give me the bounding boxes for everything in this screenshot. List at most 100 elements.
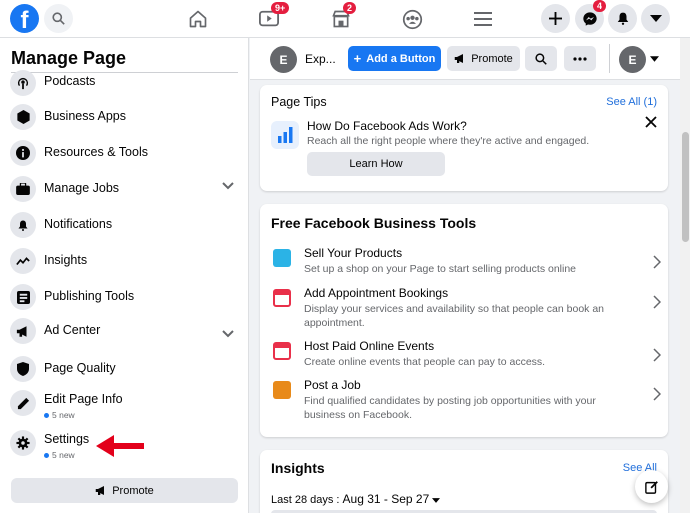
- plus-icon: +: [353, 51, 362, 66]
- gear-icon: [10, 430, 36, 456]
- tool-description: Set up a shop on your Page to start sell…: [304, 263, 577, 275]
- home-icon: [189, 10, 207, 28]
- sidebar-item-resources-tools[interactable]: Resources & Tools: [10, 138, 242, 168]
- facebook-logo[interactable]: f: [10, 4, 39, 34]
- nav-groups[interactable]: [397, 5, 427, 33]
- sidebar-item-label: Business Apps: [44, 109, 126, 123]
- sidebar-item-edit-page-info[interactable]: Edit Page Info 5 new: [10, 388, 242, 420]
- nav-marketplace[interactable]: 2: [326, 2, 357, 33]
- card-title: Page Tips: [271, 95, 327, 109]
- calendar-icon: [273, 289, 291, 307]
- cube-icon: [10, 104, 36, 130]
- sidebar-item-label: Podcasts: [44, 74, 96, 88]
- ads-chart-icon: [271, 121, 299, 149]
- business-tools-card: Free Facebook Business Tools Sell Your P…: [260, 204, 668, 437]
- create-button[interactable]: [541, 4, 570, 33]
- tool-description: Find qualified candidates by posting job…: [304, 395, 596, 421]
- search-button[interactable]: [44, 4, 73, 33]
- learn-how-button[interactable]: Learn How: [307, 152, 445, 176]
- sidebar-item-label: Manage Jobs: [44, 181, 120, 195]
- groups-icon: [402, 9, 422, 29]
- sidebar-item-ad-center[interactable]: Ad Center: [10, 316, 242, 346]
- nav-home[interactable]: [183, 5, 213, 33]
- notifications-button[interactable]: [608, 4, 637, 33]
- watch-badge: 9+: [271, 2, 290, 14]
- podcast-icon: [10, 70, 36, 96]
- tool-post-a-job[interactable]: Post a Job Find qualified candidates by …: [271, 378, 661, 424]
- page-scrollbar[interactable]: [680, 38, 690, 513]
- messenger-icon: [582, 11, 597, 26]
- nav-watch[interactable]: 9+: [254, 2, 290, 33]
- tool-title: Post a Job: [304, 378, 361, 392]
- range-value: Aug 31 - Sep 27: [342, 492, 430, 506]
- header-separator: [609, 44, 610, 73]
- tool-description: Display your services and availability s…: [304, 303, 605, 329]
- promote-label: Promote: [471, 52, 513, 65]
- scrollbar-thumb[interactable]: [682, 132, 689, 242]
- plus-icon: [549, 12, 562, 25]
- megaphone-icon: [454, 54, 464, 63]
- tool-description: Create online events that people can pay…: [304, 356, 546, 368]
- card-title: Free Facebook Business Tools: [271, 215, 477, 231]
- tip-title: How Do Facebook Ads Work?: [307, 119, 467, 133]
- tool-title: Add Appointment Bookings: [304, 286, 449, 300]
- info-icon: [10, 140, 36, 166]
- chevron-down-icon[interactable]: [222, 330, 234, 338]
- see-all-link[interactable]: See All (1): [606, 96, 657, 108]
- tool-paid-online-events[interactable]: Host Paid Online Events Create online ev…: [271, 339, 661, 373]
- caret-down-icon[interactable]: [650, 56, 659, 62]
- insights-card: Insights See All Last 28 days : Aug 31 -…: [260, 450, 668, 513]
- marketplace-badge: 2: [343, 2, 357, 14]
- tool-appointment-bookings[interactable]: Add Appointment Bookings Display your se…: [271, 286, 661, 332]
- pencil-icon: [10, 390, 36, 416]
- sidebar-item-podcasts[interactable]: Podcasts: [10, 68, 242, 98]
- briefcase-icon: [10, 176, 36, 202]
- promote-button[interactable]: Promote: [11, 478, 238, 503]
- ellipsis-icon: [573, 56, 587, 61]
- sidebar-item-page-quality[interactable]: Page Quality: [10, 354, 242, 384]
- shield-icon: [10, 356, 36, 382]
- page-header-bar: E Exp... + Add a Button Promote E: [250, 38, 680, 80]
- sidebar-item-business-apps[interactable]: Business Apps: [10, 102, 242, 132]
- messenger-badge: 4: [593, 0, 607, 12]
- megaphone-icon: [95, 486, 105, 495]
- tool-sell-products[interactable]: Sell Your Products Set up a shop on your…: [271, 246, 661, 280]
- more-options-button[interactable]: [564, 46, 596, 71]
- sidebar-item-manage-jobs[interactable]: Manage Jobs: [10, 174, 242, 204]
- compose-button[interactable]: [635, 470, 668, 503]
- bell-icon: [617, 12, 628, 25]
- new-count-badge: 5 new: [44, 410, 75, 420]
- sidebar-item-label: Insights: [44, 253, 88, 267]
- page-name[interactable]: Exp...: [305, 52, 336, 66]
- shop-icon: [273, 249, 291, 267]
- date-range-selector[interactable]: Last 28 days : Aug 31 - Sep 27: [271, 492, 441, 506]
- top-navigation-bar: f 9+ 2 4: [0, 0, 690, 38]
- close-icon[interactable]: [645, 116, 657, 128]
- add-a-button-button[interactable]: + Add a Button: [348, 46, 441, 71]
- sidebar-item-insights[interactable]: Insights: [10, 246, 242, 276]
- search-icon: [52, 12, 65, 25]
- sidebar-item-label: Ad Center: [44, 323, 101, 337]
- sidebar-item-label: Settings: [44, 432, 90, 446]
- sidebar-item-publishing-tools[interactable]: Publishing Tools: [10, 282, 242, 312]
- bell-icon: [10, 212, 36, 238]
- page-search-button[interactable]: [525, 46, 557, 71]
- nav-menu[interactable]: [468, 5, 498, 33]
- chevron-right-icon: [653, 387, 661, 401]
- caret-down-icon: [432, 498, 441, 503]
- hamburger-icon: [474, 12, 492, 26]
- user-avatar[interactable]: E: [619, 46, 646, 73]
- account-button[interactable]: [641, 4, 670, 33]
- compose-icon: [644, 480, 658, 494]
- messenger-button[interactable]: 4: [575, 0, 607, 33]
- sidebar-item-label: Publishing Tools: [44, 289, 135, 303]
- chevron-down-icon[interactable]: [222, 182, 234, 190]
- promote-header-button[interactable]: Promote: [447, 46, 520, 71]
- add-button-label: Add a Button: [366, 52, 436, 65]
- promote-label: Promote: [112, 484, 154, 497]
- event-star-icon: [273, 342, 291, 360]
- tool-title: Host Paid Online Events: [304, 339, 435, 353]
- sidebar-item-notifications[interactable]: Notifications: [10, 210, 242, 240]
- page-avatar[interactable]: E: [270, 46, 297, 73]
- tool-title: Sell Your Products: [304, 246, 403, 260]
